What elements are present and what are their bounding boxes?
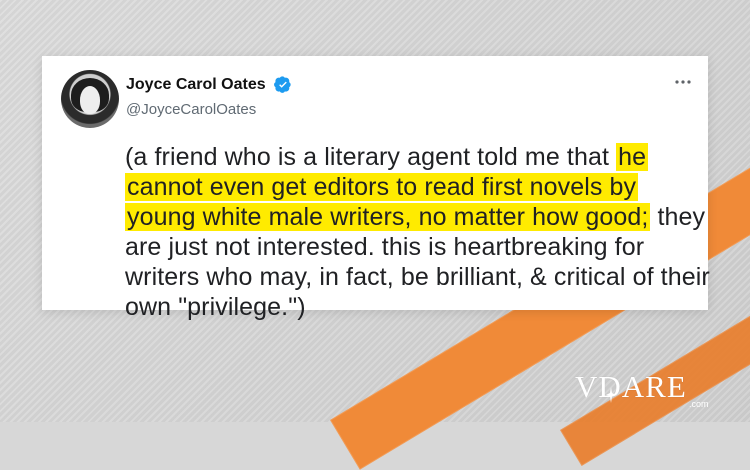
vdare-logo-domain: .com (689, 399, 709, 409)
author-name[interactable]: Joyce Carol Oates (126, 76, 266, 94)
vdare-logo: VDARE .com (575, 371, 720, 415)
tweet-text: (a friend who is a literary agent told m… (125, 142, 711, 322)
vdare-logo-mark-icon (606, 387, 616, 403)
vdare-logo-text: VDARE (575, 369, 687, 404)
tweet-card: Joyce Carol Oates @JoyceCarolOates (a fr… (42, 56, 710, 321)
tweet-text-before-highlight: (a friend who is a literary agent told m… (125, 143, 617, 171)
avatar-face (80, 86, 100, 114)
author-handle[interactable]: @JoyceCarolOates (126, 101, 256, 118)
avatar[interactable] (61, 70, 119, 128)
more-options-icon[interactable] (674, 78, 692, 86)
verified-badge-icon (274, 76, 291, 93)
